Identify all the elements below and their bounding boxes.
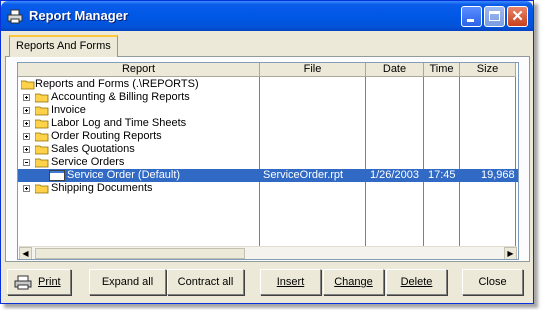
minimize-icon [462,7,481,26]
expand-icon[interactable] [23,107,30,114]
delete-button[interactable]: Delete [386,269,447,295]
column-header-time[interactable]: Time [424,63,460,77]
scroll-right-button[interactable]: ▶ [504,247,517,259]
folder-icon [35,145,49,155]
tree-item-label: Invoice [51,104,86,116]
tree-item-label: Sales Quotations [51,143,135,155]
minimize-button[interactable] [461,6,482,27]
print-button[interactable]: Print [7,269,71,295]
open-folder-icon [35,158,49,168]
tree-item-label: Reports and Forms (.\REPORTS) [35,78,199,90]
change-button[interactable]: Change [323,269,384,295]
expand-icon[interactable] [23,185,30,192]
scroll-thumb[interactable] [35,248,245,259]
maximize-button[interactable] [484,6,505,27]
close-icon: ✕ [511,8,524,25]
expand-all-button[interactable]: Expand all [89,269,166,295]
print-label: Print [38,276,61,288]
tree-item-order-routing[interactable]: Order Routing Reports [18,130,518,143]
tree-item-service-order-default[interactable]: Service Order (Default) ServiceOrder.rpt… [18,169,518,182]
window-title: Report Manager [29,8,128,23]
open-folder-icon [21,80,35,90]
column-header-file[interactable]: File [260,63,366,77]
report-date: 1/26/2003 [370,169,419,181]
folder-icon [35,93,49,103]
column-header-report[interactable]: Report [18,63,260,77]
maximize-icon [485,7,504,26]
report-time: 17:45 [428,169,456,181]
expand-icon[interactable] [23,146,30,153]
report-size: 19,968 [481,169,515,181]
title-bar[interactable]: Report Manager ✕ [1,1,533,31]
report-name: Service Order (Default) [67,169,181,181]
close-window-button[interactable]: ✕ [507,6,528,27]
expand-icon[interactable] [23,120,30,127]
column-header-size[interactable]: Size [460,63,516,77]
printer-icon [14,275,32,290]
tree-item-accounting[interactable]: Accounting & Billing Reports [18,91,518,104]
contract-all-button[interactable]: Contract all [167,269,244,295]
report-file-icon [49,170,65,181]
report-file: ServiceOrder.rpt [263,169,344,181]
folder-icon [35,132,49,142]
tree-item-label: Order Routing Reports [51,130,162,142]
folder-icon [35,106,49,116]
folder-icon [35,119,49,129]
report-tree-list[interactable]: Report File Date Time Size Reports and F… [17,62,519,260]
column-header-date[interactable]: Date [366,63,424,77]
tree-item-label: Service Orders [51,156,125,168]
tree-item-label: Shipping Documents [51,182,153,194]
report-manager-window: Report Manager ✕ Reports And Forms Repor… [0,0,534,304]
tree-item-label: Accounting & Billing Reports [51,91,190,103]
tab-reports-and-forms[interactable]: Reports And Forms [9,35,118,57]
scroll-left-button[interactable]: ◀ [19,247,32,259]
expand-icon[interactable] [23,94,30,101]
tree-item-root[interactable]: Reports and Forms (.\REPORTS) [18,78,518,91]
folder-icon [35,184,49,194]
expand-icon[interactable] [23,133,30,140]
tree-item-invoice[interactable]: Invoice [18,104,518,117]
horizontal-scrollbar[interactable]: ◀ ▶ [19,246,517,259]
insert-button[interactable]: Insert [260,269,321,295]
tree-item-service-orders[interactable]: Service Orders [18,156,518,169]
tree-item-labor-log[interactable]: Labor Log and Time Sheets [18,117,518,130]
collapse-icon[interactable] [23,159,30,166]
tree-item-sales-quotations[interactable]: Sales Quotations [18,143,518,156]
close-button[interactable]: Close [462,269,523,295]
tree-item-shipping-documents[interactable]: Shipping Documents [18,182,518,195]
tree-item-label: Labor Log and Time Sheets [51,117,187,129]
printer-icon [7,9,23,24]
